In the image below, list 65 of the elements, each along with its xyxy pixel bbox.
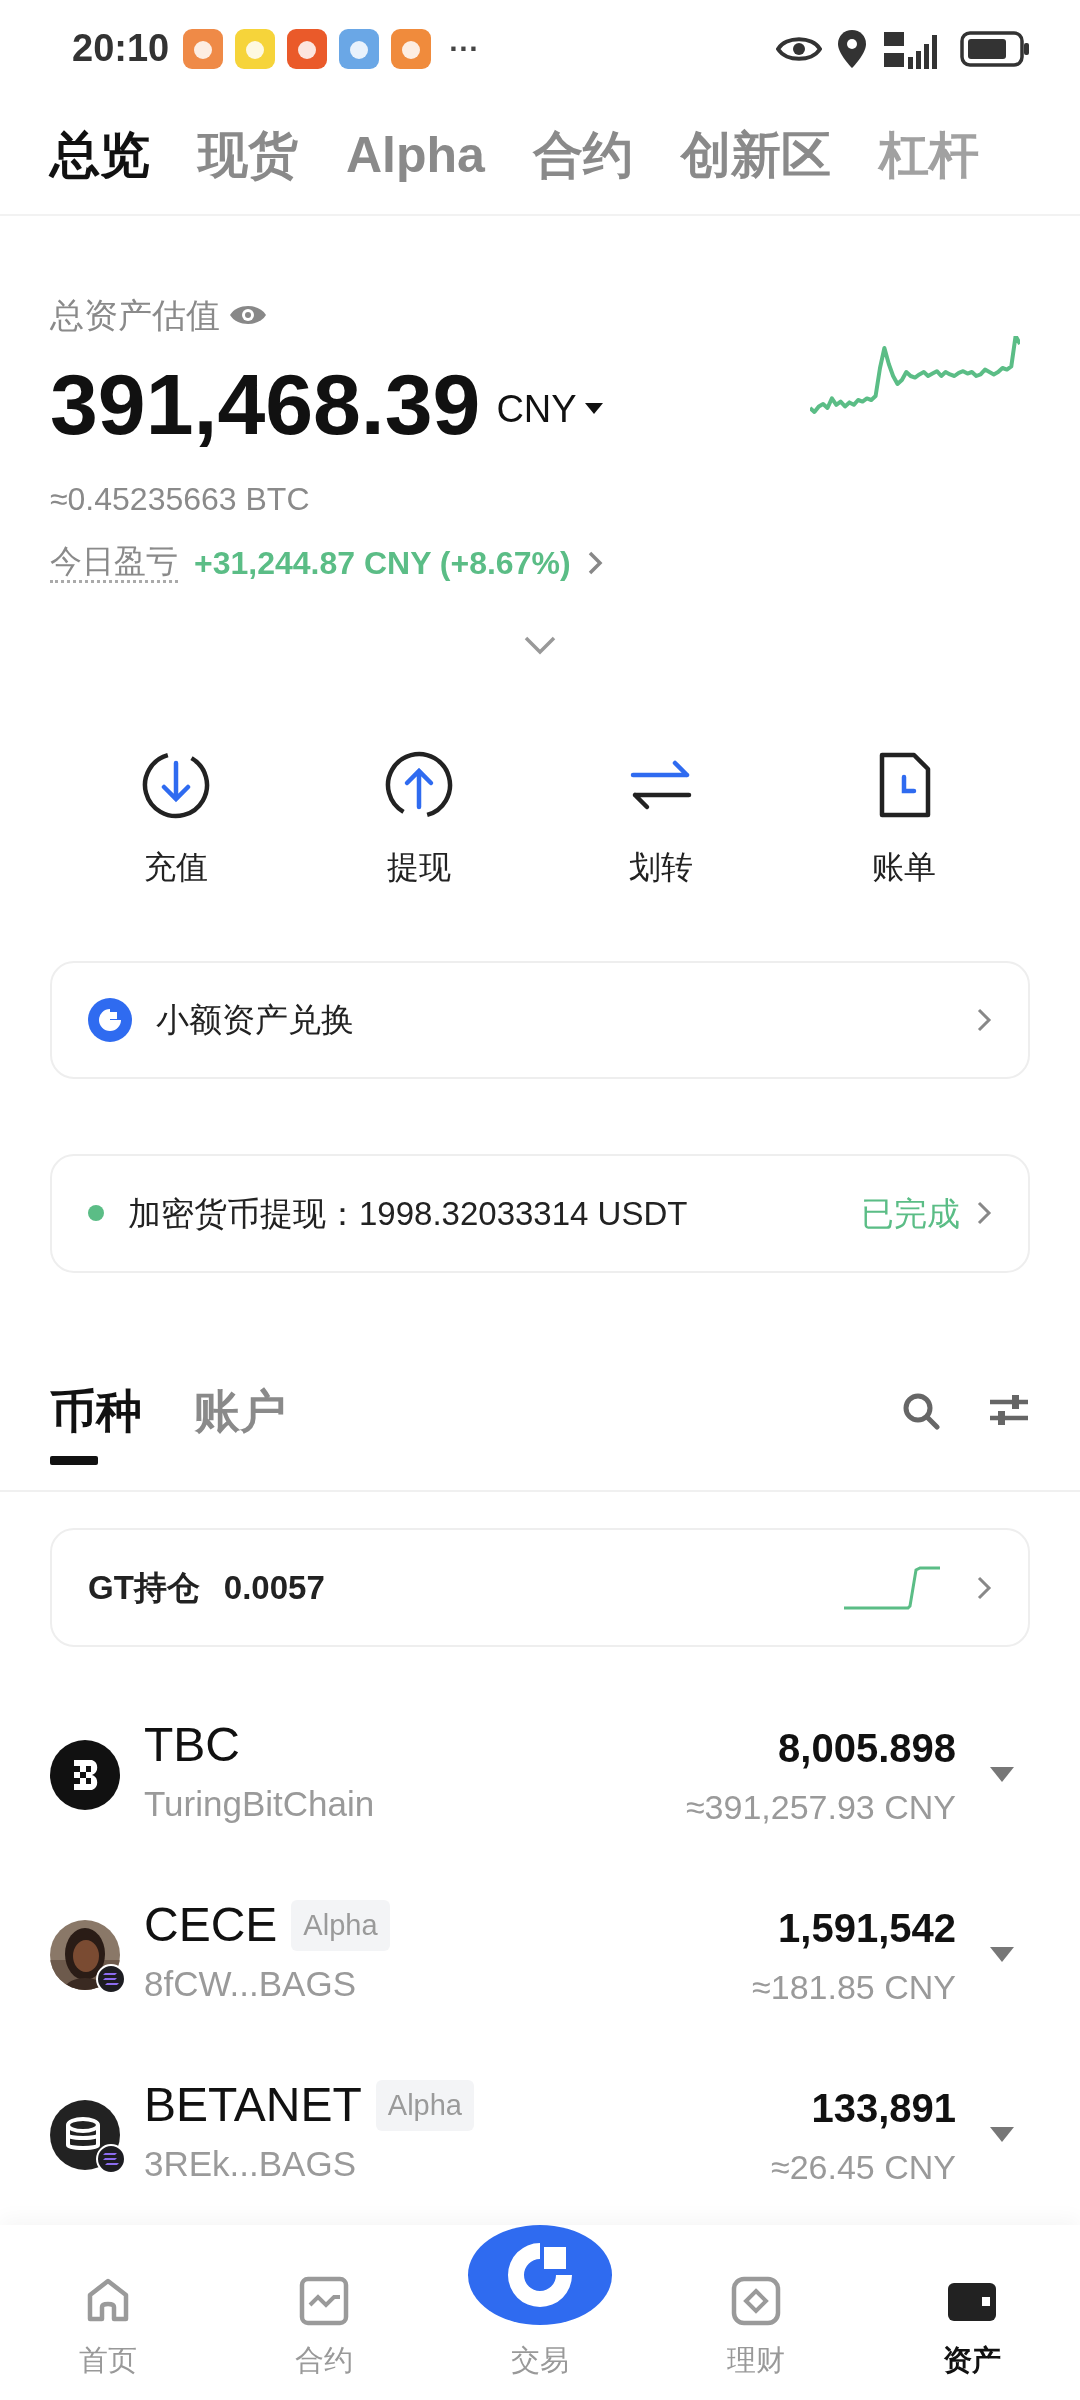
currency-selector[interactable]: CNY [496, 380, 577, 438]
app-notification-icon [339, 28, 380, 69]
tab-underline [50, 1455, 98, 1465]
battery-icon [960, 30, 1030, 67]
coin-symbol: TBC [144, 1719, 240, 1773]
tag-label: Alpha [375, 2080, 474, 2132]
coin-name: 3REk...BAGS [144, 2143, 358, 2186]
more-notifications-text: ··· [449, 31, 480, 68]
tab[interactable]: 总览 [50, 130, 150, 181]
nav-label: 理财 [727, 2342, 785, 2378]
coin-value: ≈26.45 CNY [771, 2146, 956, 2188]
coin-name: 8fCW...BAGS [144, 1963, 357, 2006]
nav-label: 资产 [943, 2342, 1001, 2378]
nav-label: 首页 [79, 2342, 137, 2378]
coin-amount: 8,005.898 [777, 1724, 956, 1772]
caret-icon[interactable] [584, 403, 603, 416]
tab[interactable]: 币种 [50, 1387, 142, 1434]
chevron-down-icon[interactable] [523, 634, 557, 655]
coin-value: ≈391,257.93 CNY [685, 1786, 956, 1828]
coin-amount: 1,591,542 [777, 1904, 956, 1952]
withdrawal-amount: 1998.32033314 USDT [359, 1193, 688, 1234]
coin-amount: 133,891 [810, 2084, 956, 2132]
btc-equivalent: ≈0.45235663 BTC [50, 479, 311, 519]
chevron-right-icon [976, 1006, 992, 1033]
nav-label: 交易 [511, 2342, 569, 2378]
balance-value: 391,468.39 [50, 354, 481, 454]
convert-logo-icon [88, 997, 132, 1042]
asset-row[interactable]: BETANET Alpha 3REk...BAGS 133,891 ≈26.45 CNY [0, 2045, 1080, 2225]
search-icon[interactable] [902, 1391, 940, 1430]
asset-row[interactable]: CECE Alpha 8fCW...BAGS 1,591,542 ≈181.85 CNY [0, 1865, 1080, 2045]
app-notification-icon [287, 28, 328, 69]
nav-label: 合约 [295, 2342, 353, 2378]
action-label[interactable]: 充值 [144, 842, 209, 891]
tag-label: Alpha [291, 1900, 390, 1952]
convert-card[interactable]: 小额资产兑换 [50, 960, 1030, 1080]
action-label[interactable]: 划转 [629, 842, 694, 891]
app-notification-icon [235, 28, 276, 69]
chart-square-icon [298, 2274, 350, 2327]
chevron-right-icon[interactable] [586, 549, 603, 576]
coin-logo-icon [50, 1740, 120, 1810]
pnl-value: +31,244.87 CNY (+8.67%) [194, 543, 571, 583]
action-label[interactable]: 提现 [386, 842, 451, 891]
status-dot-icon [88, 1205, 104, 1222]
diamond-square-icon [730, 2274, 782, 2327]
nav-tab[interactable]: 资产 [943, 2274, 1001, 2382]
action-label[interactable]: 账单 [871, 842, 936, 891]
asset-row[interactable]: TBC TuringBitChain 8,005.898 ≈391,257.93 CNY [0, 1685, 1080, 1865]
coin-name: TuringBitChain [144, 1783, 376, 1826]
withdrawal-label: 加密货币提现： [128, 1193, 359, 1234]
chevron-right-icon [976, 1574, 992, 1601]
convert-label: 小额资产兑换 [156, 1000, 354, 1041]
withdrawal-notice-card[interactable]: 加密货币提现：1998.32033314 USDT 已完成 [50, 1154, 1030, 1273]
coin-symbol: CECE [144, 1899, 278, 1953]
location-pin-icon [838, 29, 866, 68]
holding-value: 0.0057 [223, 1568, 325, 1608]
holding-label: GT持仓 [88, 1568, 200, 1608]
balance-label: 总资产估值 [50, 294, 220, 336]
app-notification-icon [183, 28, 224, 69]
status-text: 已完成 [861, 1193, 960, 1234]
holding-card[interactable]: GT持仓 0.0057 [50, 1528, 1030, 1647]
clock-time: 20:10 [72, 26, 170, 72]
chevron-right-icon [976, 1200, 992, 1227]
app-notification-icon [391, 28, 432, 69]
coin-value: ≈181.85 CNY [752, 1966, 956, 2008]
coin-symbol: BETANET [144, 2079, 362, 2133]
